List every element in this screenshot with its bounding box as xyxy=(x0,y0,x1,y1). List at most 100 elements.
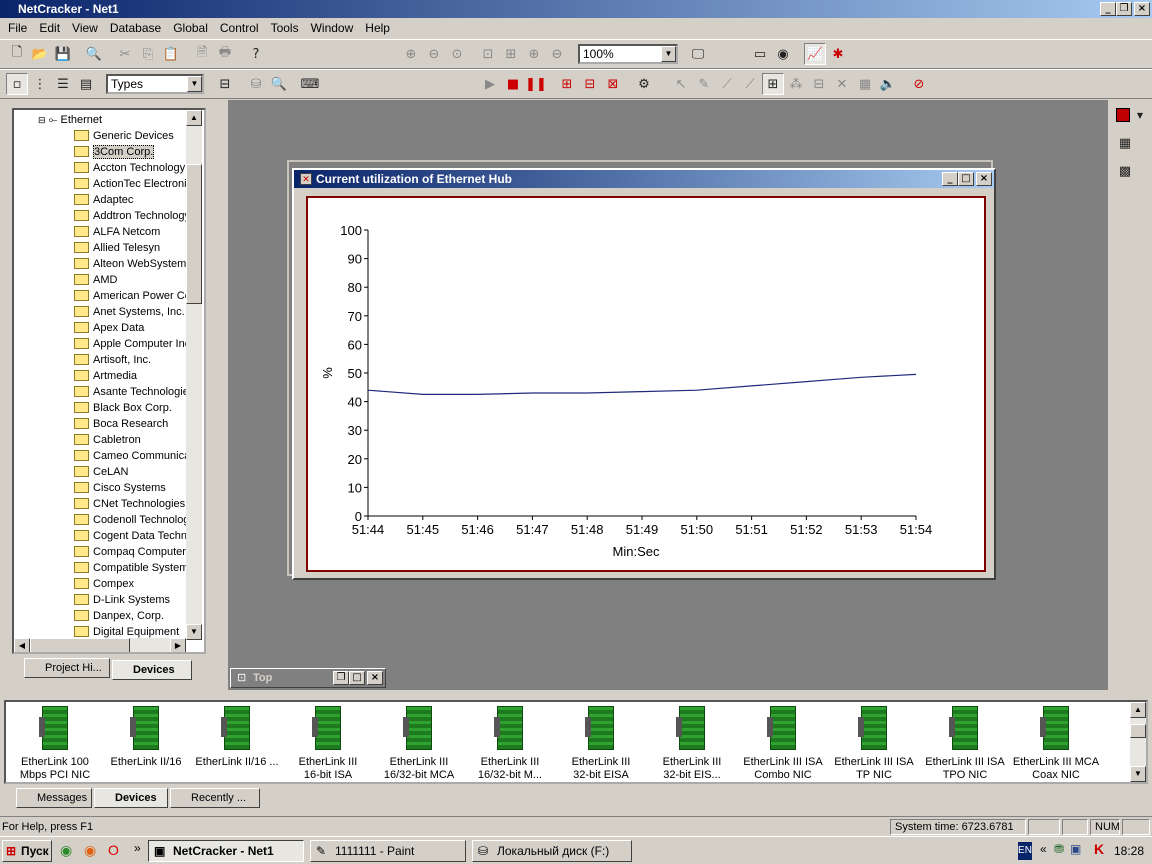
pencil-icon[interactable]: ✎ xyxy=(693,73,715,95)
minimize-button[interactable]: _ xyxy=(1100,2,1116,16)
context-help-icon[interactable]: ? xyxy=(245,43,267,65)
tree-item[interactable]: Black Box Corp. xyxy=(74,400,186,416)
tab-devices-bottom[interactable]: Devices xyxy=(94,788,168,808)
tree-scrollbar[interactable]: ▲ ▼ xyxy=(186,110,202,640)
top-window-minimized[interactable]: ⊡ Top ❐ □ × xyxy=(230,668,386,688)
search-db-icon[interactable]: 🔍 xyxy=(268,73,290,95)
tree-item[interactable]: Cabletron xyxy=(74,432,186,448)
device-item[interactable]: EtherLink III ISA Combo NIC xyxy=(738,706,828,782)
tree-item[interactable]: ActionTec Electronics xyxy=(74,176,186,192)
language-indicator[interactable]: EN xyxy=(1018,842,1032,860)
chart-minimize-button[interactable]: _ xyxy=(942,172,958,186)
device-item[interactable]: EtherLink III 16-bit ISA xyxy=(283,706,373,782)
close-button[interactable]: × xyxy=(1134,2,1150,16)
tree-item[interactable]: ALFA Netcom xyxy=(74,224,186,240)
add-traffic-icon[interactable]: ⊞ xyxy=(556,73,578,95)
pointer-icon[interactable]: ↖ xyxy=(670,73,692,95)
remove-traffic-icon[interactable]: ⊠ xyxy=(602,73,624,95)
tab-messages[interactable]: Messages xyxy=(16,788,92,808)
zoom-page-icon[interactable]: ⊞ xyxy=(500,43,522,65)
details-view-icon[interactable]: ▤ xyxy=(75,73,97,95)
zoom-next-icon[interactable]: ⊕ xyxy=(523,43,545,65)
tree-item[interactable]: Apple Computer Inc xyxy=(74,336,186,352)
tree-item[interactable]: Addtron Technology xyxy=(74,208,186,224)
tree-item[interactable]: Allied Telesyn xyxy=(74,240,186,256)
tree-item[interactable]: Cisco Systems xyxy=(74,480,186,496)
tree-item[interactable]: Apex Data xyxy=(74,320,186,336)
device-item[interactable]: EtherLink III 32-bit EISA xyxy=(556,706,646,782)
zoom-in-icon[interactable]: ⊕ xyxy=(400,43,422,65)
tree-view-icon[interactable]: ▫ xyxy=(6,73,28,95)
layout-icon[interactable]: ⊞ xyxy=(762,73,784,95)
tree-item[interactable]: CNet Technologies xyxy=(74,496,186,512)
zoom-prev-icon[interactable]: ⊖ xyxy=(546,43,568,65)
tree-item[interactable]: Cogent Data Techn xyxy=(74,528,186,544)
task-netcracker[interactable]: ▣ NetCracker - Net1 xyxy=(148,840,304,862)
link-icon[interactable]: ⟋ xyxy=(716,73,738,95)
device-item[interactable]: EtherLink III ISA TP NIC xyxy=(829,706,919,782)
tree-item[interactable]: 3Com Corp. xyxy=(74,144,186,160)
chart-close-button[interactable]: × xyxy=(976,172,992,186)
tree-item[interactable]: D-Link Systems xyxy=(74,592,186,608)
tray-monitor-icon[interactable]: ▣ xyxy=(1070,842,1081,856)
tray-antivirus-icon[interactable]: K xyxy=(1094,841,1104,857)
hscroll-thumb[interactable] xyxy=(30,638,130,652)
tab-recently[interactable]: Recently ... xyxy=(170,788,260,808)
tree-item[interactable]: Danpex, Corp. xyxy=(74,608,186,624)
tree-item[interactable]: Artisoft, Inc. xyxy=(74,352,186,368)
hatch-icon[interactable]: ▩ xyxy=(1114,160,1136,182)
menu-help[interactable]: Help xyxy=(359,21,396,35)
tree-item[interactable]: Asante Technologies xyxy=(74,384,186,400)
device-item[interactable]: EtherLink III ISA TPO NIC xyxy=(920,706,1010,782)
tree-item[interactable]: Artmedia xyxy=(74,368,186,384)
start-button[interactable]: ⊞ Пуск xyxy=(2,840,52,862)
menu-global[interactable]: Global xyxy=(167,21,214,35)
tree-item[interactable]: Anet Systems, Inc. xyxy=(74,304,186,320)
find-icon[interactable]: 🔍 xyxy=(83,43,105,65)
opera-icon[interactable]: O xyxy=(108,842,119,858)
tray-network-icon[interactable]: ⛃ xyxy=(1054,842,1064,856)
tab-devices[interactable]: Devices xyxy=(112,660,192,680)
pause-icon[interactable]: ❚❚ xyxy=(525,73,547,95)
tree-item[interactable]: American Power Co xyxy=(74,288,186,304)
chevron-down-icon[interactable]: ▼ xyxy=(661,46,676,62)
zoom-fit-icon[interactable]: ⊙ xyxy=(446,43,468,65)
traffic-settings-icon[interactable]: ⚙ xyxy=(633,73,655,95)
edit-traffic-icon[interactable]: ⊟ xyxy=(579,73,601,95)
top-close-button[interactable]: × xyxy=(367,671,383,685)
tree-item[interactable]: AMD xyxy=(74,272,186,288)
firefox-icon[interactable]: ◉ xyxy=(84,842,96,859)
copy-icon[interactable]: ⎘ xyxy=(137,43,159,65)
arrange-icon[interactable]: ⊟ xyxy=(808,73,830,95)
device-item[interactable]: EtherLink III 16/32-bit MCA xyxy=(374,706,464,782)
hierarchy-icon[interactable]: ⋮ xyxy=(29,73,51,95)
device-item[interactable]: EtherLink III 32-bit EIS... xyxy=(647,706,737,782)
open-icon[interactable]: 📂 xyxy=(29,43,51,65)
list-view-icon[interactable]: ☰ xyxy=(52,73,74,95)
tree-item[interactable]: Adaptec xyxy=(74,192,186,208)
scroll-up-icon[interactable]: ▲ xyxy=(186,110,202,126)
stop-icon[interactable]: ■ xyxy=(502,73,524,95)
print-icon[interactable]: 🖶 xyxy=(214,43,236,65)
scroll-thumb[interactable] xyxy=(186,164,202,304)
menu-edit[interactable]: Edit xyxy=(33,21,66,35)
zoom-out-icon[interactable]: ⊖ xyxy=(423,43,445,65)
menu-tools[interactable]: Tools xyxy=(265,21,305,35)
device-item[interactable]: EtherLink III MCA Coax NIC xyxy=(1011,706,1101,782)
start-icon[interactable]: ▶ xyxy=(479,73,501,95)
types-select[interactable]: Types ▼ xyxy=(106,74,204,94)
chevron-down-icon[interactable]: ▼ xyxy=(187,76,202,92)
scroll-down-icon[interactable]: ▼ xyxy=(186,624,202,640)
chart-maximize-button[interactable]: □ xyxy=(958,172,974,186)
menu-window[interactable]: Window xyxy=(305,21,360,35)
color-swatch-icon[interactable] xyxy=(1112,104,1134,126)
sound-icon[interactable]: 🔈 xyxy=(877,73,899,95)
scroll-thumb[interactable] xyxy=(1130,724,1146,738)
save-icon[interactable]: 💾 xyxy=(52,43,74,65)
grid-icon[interactable]: ▦ xyxy=(854,73,876,95)
cut-icon[interactable]: ✂ xyxy=(114,43,136,65)
view-icon[interactable]: ◉ xyxy=(772,43,794,65)
scroll-left-icon[interactable]: ◀ xyxy=(14,638,30,652)
scroll-down-icon[interactable]: ▼ xyxy=(1130,766,1146,782)
palette-scrollbar[interactable]: ▲ ▼ xyxy=(1130,702,1146,782)
